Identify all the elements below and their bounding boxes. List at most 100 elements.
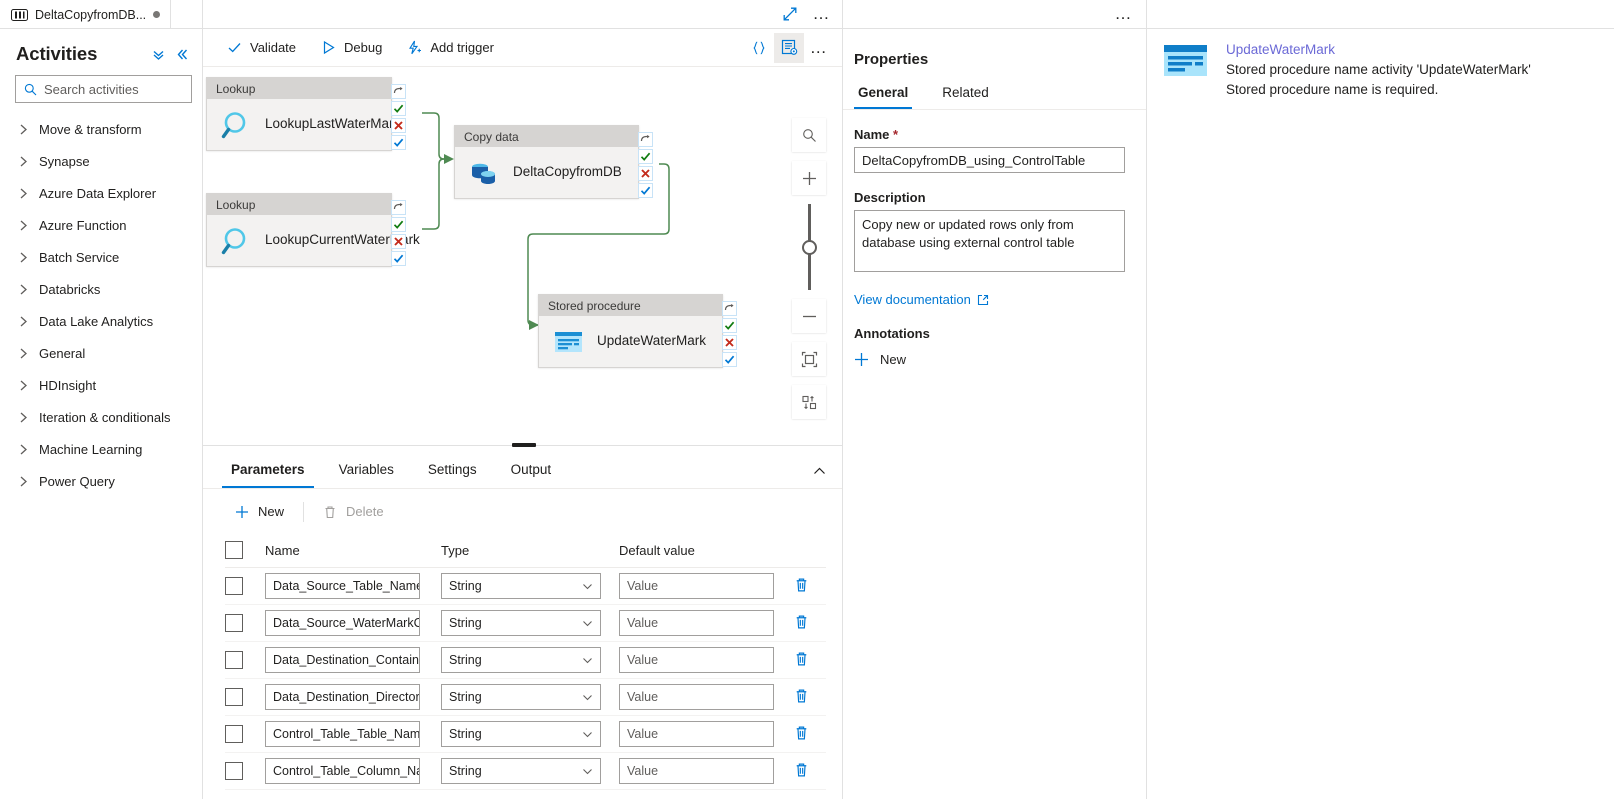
trash-icon[interactable]: [794, 725, 809, 741]
activity-category-machine-learning[interactable]: Machine Learning: [0, 433, 202, 465]
zoom-slider-thumb[interactable]: [801, 240, 817, 255]
row-checkbox[interactable]: [225, 577, 243, 595]
validation-message-item[interactable]: UpdateWaterMark Stored procedure name ac…: [1147, 29, 1614, 99]
port-on-success[interactable]: [391, 217, 406, 232]
port-on-skip[interactable]: [638, 132, 653, 147]
parameter-type-select[interactable]: String: [441, 758, 601, 784]
port-on-failure[interactable]: [638, 166, 653, 181]
parameter-name-input[interactable]: Control_Table_Column_Name: [265, 758, 420, 784]
port-on-success[interactable]: [391, 101, 406, 116]
debug-button[interactable]: Debug: [310, 33, 393, 63]
parameter-default-input[interactable]: Value: [619, 758, 774, 784]
parameter-type-select[interactable]: String: [441, 610, 601, 636]
row-checkbox[interactable]: [225, 651, 243, 669]
document-tab[interactable]: DeltaCopyfromDB...: [0, 0, 172, 29]
auto-align-button[interactable]: [792, 385, 826, 419]
view-documentation-link[interactable]: View documentation: [843, 275, 1146, 307]
new-annotation-button[interactable]: New: [843, 341, 1146, 367]
code-view-button[interactable]: [744, 33, 774, 63]
activity-category-data-lake-analytics[interactable]: Data Lake Analytics: [0, 305, 202, 337]
activity-category-azure-data-explorer[interactable]: Azure Data Explorer: [0, 177, 202, 209]
pipeline-description-textarea[interactable]: [854, 210, 1125, 272]
delete-parameter-button[interactable]: Delete: [313, 497, 394, 527]
trash-icon[interactable]: [794, 577, 809, 593]
parameter-type-select[interactable]: String: [441, 721, 601, 747]
port-on-success[interactable]: [638, 149, 653, 164]
port-on-completion[interactable]: [638, 183, 653, 198]
row-checkbox[interactable]: [225, 688, 243, 706]
row-checkbox[interactable]: [225, 614, 243, 632]
parameter-type-select[interactable]: String: [441, 684, 601, 710]
canvas-more-icon[interactable]: …: [813, 5, 832, 22]
port-on-failure[interactable]: [722, 335, 737, 350]
row-checkbox[interactable]: [225, 725, 243, 743]
parameter-default-input[interactable]: Value: [619, 684, 774, 710]
activity-category-synapse[interactable]: Synapse: [0, 145, 202, 177]
properties-tab-related[interactable]: Related: [938, 85, 993, 109]
port-on-failure[interactable]: [391, 118, 406, 133]
port-on-skip[interactable]: [722, 301, 737, 316]
port-on-completion[interactable]: [391, 135, 406, 150]
zoom-out-button[interactable]: [792, 299, 826, 333]
select-all-checkbox[interactable]: [225, 541, 243, 559]
parameter-name-input[interactable]: Data_Source_WaterMarkColumn: [265, 610, 420, 636]
zoom-slider[interactable]: [792, 204, 826, 290]
search-activities-box[interactable]: [15, 75, 192, 103]
double-chevron-left-icon[interactable]: [176, 48, 189, 61]
parameter-type-select[interactable]: String: [441, 647, 601, 673]
parameter-name-input[interactable]: Control_Table_Table_Name: [265, 721, 420, 747]
trash-icon[interactable]: [794, 762, 809, 778]
activity-category-hdinsight[interactable]: HDInsight: [0, 369, 202, 401]
port-on-success[interactable]: [722, 318, 737, 333]
parameter-name-input[interactable]: Data_Destination_Directory: [265, 684, 420, 710]
activity-category-batch-service[interactable]: Batch Service: [0, 241, 202, 273]
activity-category-databricks[interactable]: Databricks: [0, 273, 202, 305]
parameter-default-input[interactable]: Value: [619, 647, 774, 673]
port-on-failure[interactable]: [391, 234, 406, 249]
port-on-completion[interactable]: [722, 352, 737, 367]
tab-parameters[interactable]: Parameters: [222, 462, 314, 488]
new-parameter-button[interactable]: New: [225, 497, 294, 527]
zoom-in-button[interactable]: [792, 161, 826, 195]
activity-node-copy-data[interactable]: Copy data DeltaCopyfromDB: [454, 125, 653, 199]
pipeline-graph-canvas[interactable]: Lookup LookupLastWaterMark Lookup Lookup…: [203, 68, 842, 444]
parameter-default-input[interactable]: Value: [619, 573, 774, 599]
activity-node-lookup-last-watermark[interactable]: Lookup LookupLastWaterMark: [206, 77, 406, 151]
trash-icon[interactable]: [794, 688, 809, 704]
zoom-to-fit-button[interactable]: [792, 342, 826, 376]
row-checkbox[interactable]: [225, 762, 243, 780]
validate-button[interactable]: Validate: [216, 33, 307, 63]
activity-category-power-query[interactable]: Power Query: [0, 465, 202, 497]
parameter-name-input[interactable]: Data_Source_Table_Name: [265, 573, 420, 599]
parameter-name-input[interactable]: Data_Destination_Container: [265, 647, 420, 673]
activity-category-general[interactable]: General: [0, 337, 202, 369]
activity-category-move-transform[interactable]: Move & transform: [0, 113, 202, 145]
search-activities-input[interactable]: [44, 81, 183, 97]
chevron-up-icon[interactable]: [813, 465, 826, 478]
tab-settings[interactable]: Settings: [419, 462, 486, 488]
parameter-type-select[interactable]: String: [441, 573, 601, 599]
activity-category-azure-function[interactable]: Azure Function: [0, 209, 202, 241]
trash-icon[interactable]: [794, 651, 809, 667]
properties-tab-general[interactable]: General: [854, 85, 913, 109]
properties-toggle-button[interactable]: [774, 32, 804, 63]
port-on-completion[interactable]: [391, 251, 406, 266]
add-trigger-button[interactable]: Add trigger: [396, 33, 505, 63]
expand-diagonal-icon[interactable]: [783, 7, 797, 21]
tab-output[interactable]: Output: [502, 462, 561, 488]
tab-variables[interactable]: Variables: [330, 462, 403, 488]
port-on-skip[interactable]: [391, 84, 406, 99]
activity-node-lookup-current-watermark[interactable]: Lookup LookupCurrentWaterMark: [206, 193, 420, 267]
activity-category-iteration-conditionals[interactable]: Iteration & conditionals: [0, 401, 202, 433]
parameter-default-input[interactable]: Value: [619, 721, 774, 747]
trash-icon[interactable]: [794, 614, 809, 630]
properties-more-icon[interactable]: …: [1115, 5, 1134, 22]
port-on-skip[interactable]: [391, 200, 406, 215]
activity-node-stored-procedure[interactable]: Stored procedure UpdateWaterMark: [538, 294, 737, 368]
double-chevron-down-icon[interactable]: [152, 48, 165, 61]
parameter-default-input[interactable]: Value: [619, 610, 774, 636]
canvas-search-button[interactable]: [792, 118, 826, 152]
toolbar-more-button[interactable]: …: [804, 33, 834, 63]
table-header-row: Name Type Default value: [225, 534, 827, 568]
pipeline-name-input[interactable]: DeltaCopyfromDB_using_ControlTable: [854, 147, 1125, 173]
